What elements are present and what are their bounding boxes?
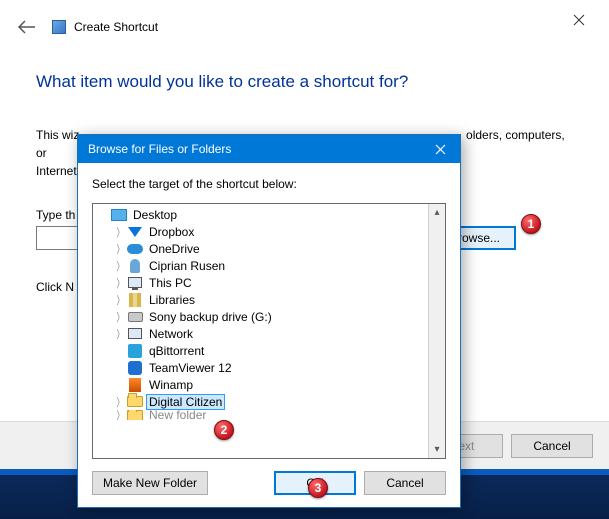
annotation-3: 3 — [308, 478, 328, 498]
expander-icon[interactable]: 〉 — [116, 242, 124, 256]
shortcut-icon — [52, 20, 66, 34]
expander-icon[interactable]: 〉 — [116, 410, 124, 420]
window-close-button[interactable] — [559, 6, 599, 34]
tree-item-label: TeamViewer 12 — [147, 361, 234, 375]
tree-item-label: OneDrive — [147, 242, 202, 256]
wizard-title: Create Shortcut — [52, 20, 158, 34]
scroll-up-icon[interactable]: ▴ — [429, 204, 445, 221]
tree-item[interactable]: Winamp — [93, 376, 428, 393]
body-frag-3: Internet — [36, 164, 77, 178]
dialog-title: Browse for Files or Folders — [88, 142, 231, 156]
dialog-cancel-button[interactable]: Cancel — [364, 471, 446, 495]
tree-item-label: Winamp — [147, 378, 195, 392]
folder-icon — [127, 410, 143, 420]
tree-item[interactable]: Desktop — [93, 206, 428, 223]
browse-dialog: Browse for Files or Folders Select the t… — [77, 134, 461, 508]
expander-icon[interactable]: 〉 — [116, 395, 124, 409]
wizard-cancel-button[interactable]: Cancel — [511, 434, 593, 458]
onedrive-icon — [127, 241, 143, 257]
tree-item-label: Sony backup drive (G:) — [147, 310, 274, 324]
tree-item[interactable]: 〉 Digital Citizen — [93, 393, 428, 410]
dropbox-icon — [127, 224, 143, 240]
dialog-button-row: Make New Folder OK Cancel — [92, 459, 446, 495]
tree-item-label: Desktop — [131, 208, 179, 222]
tree-item[interactable]: 〉 Libraries — [93, 291, 428, 308]
tree-item-label: New folder — [147, 410, 208, 420]
expander-icon[interactable]: 〉 — [116, 327, 124, 341]
dialog-body: Select the target of the shortcut below:… — [78, 163, 460, 507]
dialog-instruction: Select the target of the shortcut below: — [92, 177, 446, 191]
tree-item[interactable]: 〉 Sony backup drive (G:) — [93, 308, 428, 325]
user-icon — [127, 258, 143, 274]
expander-icon[interactable] — [116, 344, 124, 358]
expander-icon[interactable] — [100, 208, 108, 222]
expander-icon[interactable]: 〉 — [116, 225, 124, 239]
dialog-titlebar[interactable]: Browse for Files or Folders — [78, 135, 460, 163]
net-icon — [127, 326, 143, 342]
annotation-2: 2 — [214, 420, 234, 440]
desktop-icon — [111, 207, 127, 223]
tree-item[interactable]: 〉 This PC — [93, 274, 428, 291]
tree-item[interactable]: qBittorrent — [93, 342, 428, 359]
annotation-1: 1 — [521, 214, 541, 234]
wizard-heading: What item would you like to create a sho… — [36, 72, 573, 92]
qb-icon — [127, 343, 143, 359]
lib-icon — [127, 292, 143, 308]
tree-item-label: Dropbox — [147, 225, 196, 239]
scrollbar[interactable]: ▴ ▾ — [428, 204, 445, 458]
expander-icon[interactable]: 〉 — [116, 293, 124, 307]
tree-item[interactable]: TeamViewer 12 — [93, 359, 428, 376]
tree-item[interactable]: 〉 Network — [93, 325, 428, 342]
tree-item-label: Network — [147, 327, 195, 341]
scroll-down-icon[interactable]: ▾ — [429, 441, 445, 458]
tv-icon — [127, 360, 143, 376]
tree-item-label: Digital Citizen — [147, 395, 224, 409]
tree-item-label: Libraries — [147, 293, 197, 307]
wa-icon — [127, 377, 143, 393]
tree-wrapper: Desktop 〉 Dropbox 〉 OneDrive 〉 Ciprian Rusen 〉 T… — [92, 203, 446, 459]
dialog-close-button[interactable] — [426, 138, 454, 160]
tree-item-label: This PC — [147, 276, 194, 290]
folder-icon — [127, 394, 143, 410]
tree-item[interactable]: 〉 Dropbox — [93, 223, 428, 240]
folder-tree[interactable]: Desktop 〉 Dropbox 〉 OneDrive 〉 Ciprian Rusen 〉 T… — [93, 204, 428, 458]
tree-item[interactable]: 〉 New folder — [93, 410, 428, 420]
body-frag-1: This wiz — [36, 128, 79, 142]
tree-item[interactable]: 〉 Ciprian Rusen — [93, 257, 428, 274]
back-button[interactable] — [16, 16, 38, 38]
expander-icon[interactable] — [116, 361, 124, 375]
expander-icon[interactable]: 〉 — [116, 310, 124, 324]
tree-item[interactable]: 〉 OneDrive — [93, 240, 428, 257]
expander-icon[interactable] — [116, 378, 124, 392]
expander-icon[interactable]: 〉 — [116, 259, 124, 273]
expander-icon[interactable]: 〉 — [116, 276, 124, 290]
wizard-title-text: Create Shortcut — [74, 20, 158, 34]
wizard-header: Create Shortcut — [36, 10, 573, 44]
drive-icon — [127, 309, 143, 325]
pc-icon — [127, 275, 143, 291]
tree-item-label: qBittorrent — [147, 344, 206, 358]
tree-item-label: Ciprian Rusen — [147, 259, 227, 273]
make-new-folder-button[interactable]: Make New Folder — [92, 471, 208, 495]
